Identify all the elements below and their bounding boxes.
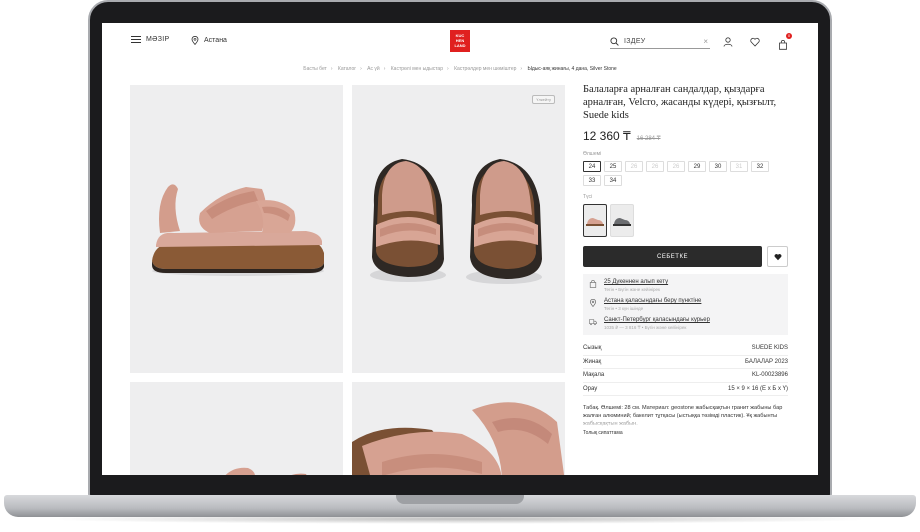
spec-value: 15 × 9 × 16 (Е х Б х Ү): [728, 385, 788, 392]
cart-button[interactable]: 0: [778, 33, 792, 50]
add-to-cart-button[interactable]: СЕБЕТКЕ: [583, 246, 762, 267]
location-pin-icon: [589, 299, 597, 307]
breadcrumb-item[interactable]: Басты бет: [303, 66, 327, 72]
delivery-title: 25 Дүкеннен алып кету: [604, 279, 669, 285]
spec-row: Жинақ БАЛАЛАР 2023: [583, 356, 788, 369]
heart-icon[interactable]: [750, 37, 760, 47]
close-icon[interactable]: ×: [703, 38, 708, 46]
site-logo[interactable]: KUC HEN LAND: [450, 30, 470, 52]
sandal-side-photo: [152, 184, 324, 276]
full-description-link[interactable]: Толық сипаттама: [583, 430, 788, 436]
delivery-title: Санкт-Петербург қаласындағы курьер: [604, 317, 710, 323]
color-label: Түсі: [583, 194, 593, 200]
sandal-closeup-photo: [352, 402, 565, 475]
product-info: Балаларға арналған сандалдар, қыздарға а…: [583, 83, 788, 436]
laptop-screen: МӘЗІР Астана KUC HEN LAND ІЗДЕУ × 0 Баст…: [102, 23, 818, 475]
favorite-button[interactable]: [767, 246, 788, 267]
search-icon: [610, 37, 619, 46]
product-description: Табақ. Өлшемі: 28 см. Материал: geostone…: [583, 404, 788, 428]
spec-row: Сызық SUEDE KIDS: [583, 342, 788, 356]
size-option[interactable]: 25: [604, 161, 622, 172]
spec-key: Жинақ: [583, 358, 602, 365]
logo-line: LAND: [454, 43, 466, 48]
breadcrumb-item[interactable]: Ас үй: [367, 66, 380, 72]
bag-icon: [589, 280, 597, 288]
spec-key: Мақала: [583, 372, 605, 379]
product-image-side[interactable]: [130, 85, 343, 373]
spec-table: Сызық SUEDE KIDS Жинақ БАЛАЛАР 2023 Мақала…: [583, 342, 788, 396]
grey-sandal-thumbnail: [613, 217, 631, 226]
zoom-label: Үлкейту: [536, 97, 551, 102]
old-price: 16 284 ₸: [636, 136, 661, 142]
size-option[interactable]: 33: [583, 175, 601, 186]
city-selector[interactable]: Астана: [191, 36, 227, 45]
size-label: Өлшемі: [583, 151, 602, 157]
size-option: 26: [646, 161, 664, 172]
truck-icon: [589, 319, 597, 326]
delivery-subtitle: 1035 ₽ — 3 816 ₸ • Бүгін және кейінірек: [604, 325, 687, 330]
breadcrumb-current: Ыдыс-аяқ жинағы, 4 дана, Silver Stone: [527, 66, 617, 72]
size-selector: 24 25 26 26 26 29 30 31 32 33 34: [583, 161, 783, 186]
delivery-options: 25 Дүкеннен алып кету Тегін • Бүгін және …: [583, 274, 788, 335]
size-option: 31: [730, 161, 748, 172]
location-pin-icon: [191, 36, 199, 45]
delivery-option[interactable]: Астана қаласындағы беру пунктіне Тегін • …: [589, 298, 782, 311]
city-label: Астана: [204, 37, 227, 44]
product-image-3[interactable]: [130, 382, 343, 475]
product-title: Балаларға арналған сандалдар, қыздарға а…: [583, 84, 777, 121]
breadcrumb-item[interactable]: Кастрөлдер мен шөміштер: [454, 66, 516, 72]
hamburger-icon: [131, 36, 141, 43]
size-option[interactable]: 24: [583, 161, 601, 172]
size-option[interactable]: 30: [709, 161, 727, 172]
color-swatch-grey[interactable]: [610, 204, 634, 237]
spec-value: KL-00023896: [751, 372, 788, 379]
delivery-option[interactable]: 25 Дүкеннен алып кету Тегін • Бүгін және …: [589, 279, 782, 292]
delivery-option[interactable]: Санкт-Петербург қаласындағы курьер 1035 ₽…: [589, 317, 782, 331]
cart-count-badge: 0: [786, 33, 792, 39]
menu-label: МӘЗІР: [146, 36, 170, 43]
spec-value: БАЛАЛАР 2023: [745, 358, 788, 365]
breadcrumb-item[interactable]: Кастрөлі мен ыдыстар: [391, 66, 443, 72]
breadcrumb: Басты бет › Каталог › Ас үй › Кастрөлі мен …: [303, 66, 617, 72]
laptop-lid: МӘЗІР Астана KUC HEN LAND ІЗДЕУ × 0 Баст…: [88, 0, 832, 498]
spec-row: Мақала KL-00023896: [583, 369, 788, 383]
search-input[interactable]: ІЗДЕУ: [624, 38, 646, 45]
size-option[interactable]: 32: [751, 161, 769, 172]
menu-button[interactable]: МӘЗІР: [131, 36, 169, 43]
price: 12 360 ₸: [583, 129, 631, 143]
heart-filled-icon: [774, 253, 781, 260]
size-option: 26: [667, 161, 685, 172]
size-option[interactable]: 34: [604, 175, 622, 186]
user-icon[interactable]: [723, 37, 733, 47]
search-field[interactable]: ІЗДЕУ ×: [610, 35, 710, 49]
spec-key: Орау: [583, 385, 598, 392]
price-row: 12 360 ₸ 16 284 ₸: [583, 129, 788, 143]
breadcrumb-item[interactable]: Каталог: [338, 66, 356, 72]
size-option[interactable]: 29: [688, 161, 706, 172]
delivery-subtitle: Тегін • 3 күн ішінде: [604, 306, 644, 311]
zoom-badge[interactable]: Үлкейту: [532, 95, 555, 104]
sandal-detail-photo: [225, 467, 307, 475]
delivery-title: Астана қаласындағы беру пунктіне: [604, 298, 702, 304]
size-option: 26: [625, 161, 643, 172]
site-header: МӘЗІР Астана KUC HEN LAND ІЗДЕУ × 0: [102, 23, 818, 63]
product-image-4[interactable]: [352, 382, 565, 475]
delivery-subtitle: Тегін • Бүгін және кейінірек: [604, 287, 661, 292]
product-image-front[interactable]: Үлкейту: [352, 85, 565, 373]
cta-row: СЕБЕТКЕ: [583, 246, 788, 267]
pink-sandal-thumbnail: [586, 217, 604, 226]
cart-icon: [779, 39, 787, 50]
color-selector: [583, 204, 788, 237]
spec-key: Сызық: [583, 345, 602, 352]
spec-value: SUEDE KIDS: [751, 345, 788, 352]
color-swatch-pink[interactable]: [583, 204, 607, 237]
laptop-notch: [396, 495, 524, 504]
sandal-front-photo: [370, 159, 542, 284]
spec-row: Орау 15 × 9 × 16 (Е х Б х Ү): [583, 383, 788, 396]
